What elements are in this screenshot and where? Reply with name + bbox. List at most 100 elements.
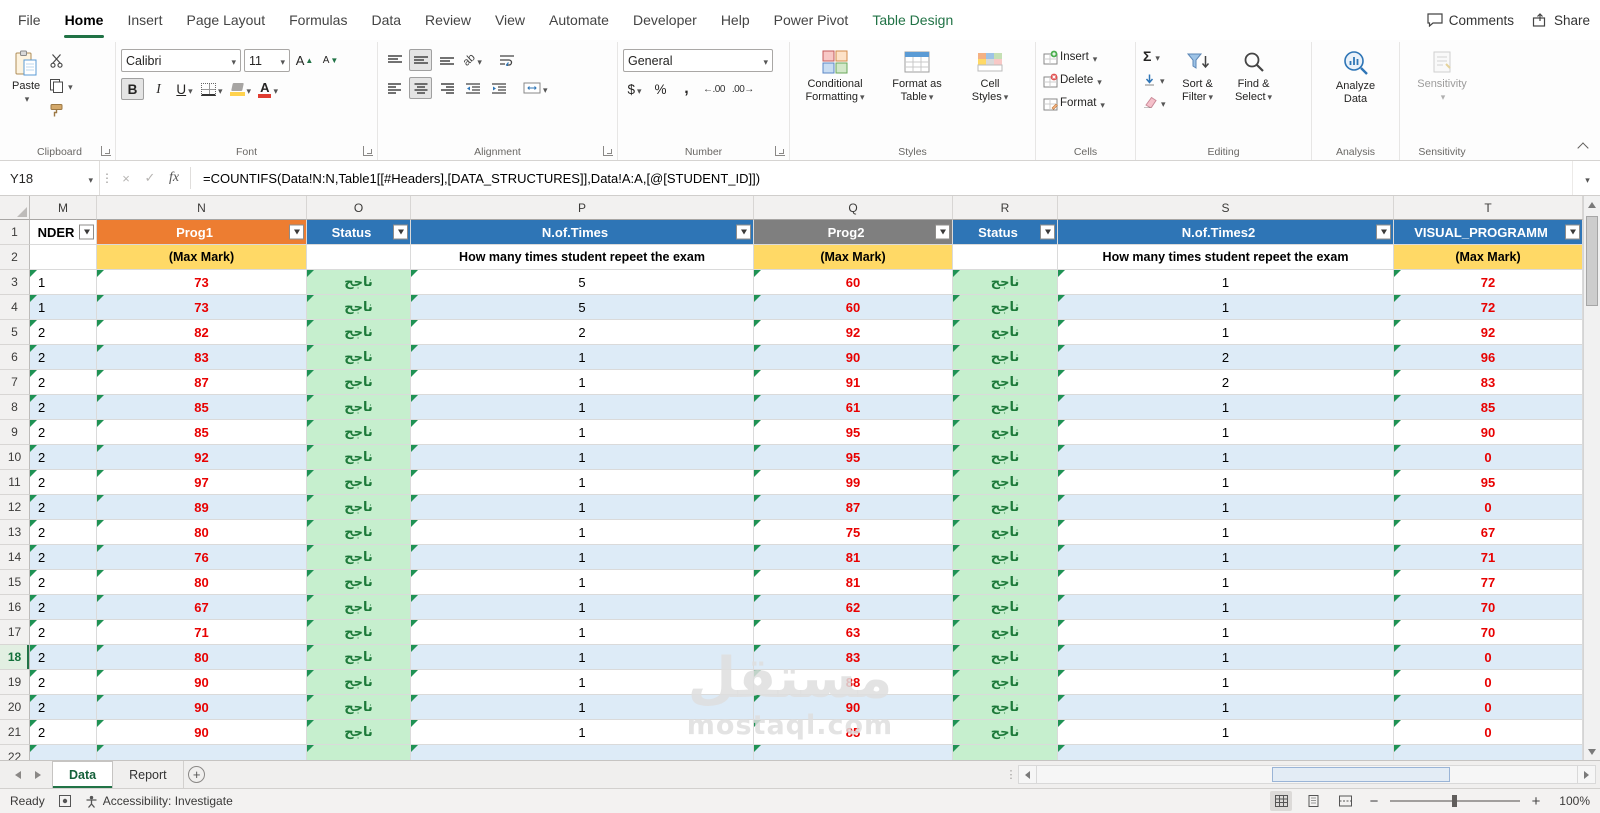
cell-T4[interactable]: 72 bbox=[1394, 295, 1583, 320]
cell-O7[interactable]: ناجح bbox=[307, 370, 411, 395]
cell-S11[interactable]: 1 bbox=[1058, 470, 1394, 495]
select-all-corner[interactable] bbox=[0, 196, 30, 220]
cell-S16[interactable]: 1 bbox=[1058, 595, 1394, 620]
filter-button-P[interactable] bbox=[736, 224, 751, 240]
borders-button[interactable] bbox=[199, 78, 225, 100]
cell-T9[interactable]: 90 bbox=[1394, 420, 1583, 445]
header-cell-T1[interactable]: VISUAL_PROGRAMM bbox=[1394, 220, 1583, 245]
cell-Q20[interactable]: 90 bbox=[754, 695, 953, 720]
cancel-button[interactable]: × bbox=[114, 161, 138, 195]
cell-N14[interactable]: 76 bbox=[97, 545, 307, 570]
column-header-O[interactable]: O bbox=[307, 196, 411, 220]
zoom-level[interactable]: 100% bbox=[1552, 794, 1590, 808]
cell-O15[interactable]: ناجح bbox=[307, 570, 411, 595]
cell-O12[interactable]: ناجح bbox=[307, 495, 411, 520]
scroll-right-button[interactable] bbox=[1577, 765, 1596, 784]
decrease-decimal-button[interactable]: .00→ bbox=[730, 78, 756, 100]
subheader-cell-T2[interactable]: (Max Mark) bbox=[1394, 245, 1583, 270]
clear-button[interactable] bbox=[1141, 93, 1168, 111]
cell-O8[interactable]: ناجح bbox=[307, 395, 411, 420]
cell-N3[interactable]: 73 bbox=[97, 270, 307, 295]
percent-style-button[interactable]: % bbox=[649, 78, 672, 100]
zoom-slider-thumb[interactable] bbox=[1452, 795, 1457, 807]
align-middle-button[interactable] bbox=[409, 49, 432, 71]
header-cell-O1[interactable]: Status bbox=[307, 220, 411, 245]
cell-R7[interactable]: ناجح bbox=[953, 370, 1058, 395]
cell-T7[interactable]: 83 bbox=[1394, 370, 1583, 395]
cell-M22[interactable] bbox=[30, 745, 97, 760]
row-header-8[interactable]: 8 bbox=[0, 395, 30, 420]
row-header-17[interactable]: 17 bbox=[0, 620, 30, 645]
accounting-dropdown-arrow-icon[interactable] bbox=[635, 82, 642, 97]
ribbon-tab-file[interactable]: File bbox=[6, 0, 53, 40]
subheader-cell-N2[interactable]: (Max Mark) bbox=[97, 245, 307, 270]
format-painter-button[interactable] bbox=[47, 101, 75, 119]
header-cell-S1[interactable]: N.of.Times2 bbox=[1058, 220, 1394, 245]
cell-Q5[interactable]: 92 bbox=[754, 320, 953, 345]
cell-P6[interactable]: 1 bbox=[411, 345, 754, 370]
cell-N7[interactable]: 87 bbox=[97, 370, 307, 395]
zoom-out-button[interactable]: − bbox=[1366, 793, 1382, 810]
row-header-20[interactable]: 20 bbox=[0, 695, 30, 720]
align-left-button[interactable] bbox=[383, 77, 406, 99]
cell-P18[interactable]: 1 bbox=[411, 645, 754, 670]
cell-R21[interactable]: ناجح bbox=[953, 720, 1058, 745]
find-select-button[interactable]: Find & Select bbox=[1228, 45, 1280, 143]
normal-view-button[interactable] bbox=[1270, 791, 1292, 811]
cell-T20[interactable]: 0 bbox=[1394, 695, 1583, 720]
cell-O9[interactable]: ناجح bbox=[307, 420, 411, 445]
cell-O10[interactable]: ناجح bbox=[307, 445, 411, 470]
name-box-resizer[interactable]: ⋮ bbox=[100, 161, 114, 195]
scroll-left-button[interactable] bbox=[1018, 765, 1037, 784]
column-header-S[interactable]: S bbox=[1058, 196, 1394, 220]
cell-N22[interactable] bbox=[97, 745, 307, 760]
subheader-cell-O2[interactable] bbox=[307, 245, 411, 270]
cell-M12[interactable]: 2 bbox=[30, 495, 97, 520]
cell-Q17[interactable]: 63 bbox=[754, 620, 953, 645]
cell-T17[interactable]: 70 bbox=[1394, 620, 1583, 645]
cell-S3[interactable]: 1 bbox=[1058, 270, 1394, 295]
filter-button-R[interactable] bbox=[1040, 224, 1055, 240]
cell-P12[interactable]: 1 bbox=[411, 495, 754, 520]
cell-N20[interactable]: 90 bbox=[97, 695, 307, 720]
fill-button[interactable] bbox=[1141, 70, 1168, 88]
cell-M15[interactable]: 2 bbox=[30, 570, 97, 595]
cell-O14[interactable]: ناجح bbox=[307, 545, 411, 570]
wrap-text-button[interactable] bbox=[495, 49, 518, 71]
cell-M14[interactable]: 2 bbox=[30, 545, 97, 570]
delete-dropdown-arrow-icon[interactable] bbox=[1095, 73, 1102, 88]
cell-R18[interactable]: ناجح bbox=[953, 645, 1058, 670]
cell-Q16[interactable]: 62 bbox=[754, 595, 953, 620]
clear-dropdown-arrow-icon[interactable] bbox=[1159, 95, 1166, 110]
cell-Q13[interactable]: 75 bbox=[754, 520, 953, 545]
cell-S21[interactable]: 1 bbox=[1058, 720, 1394, 745]
zoom-slider[interactable] bbox=[1390, 795, 1520, 807]
cell-R19[interactable]: ناجح bbox=[953, 670, 1058, 695]
cell-R22[interactable] bbox=[953, 745, 1058, 760]
cell-N13[interactable]: 80 bbox=[97, 520, 307, 545]
row-header-18[interactable]: 18 bbox=[0, 645, 30, 670]
ribbon-tab-view[interactable]: View bbox=[483, 0, 537, 40]
cell-R14[interactable]: ناجح bbox=[953, 545, 1058, 570]
cell-T12[interactable]: 0 bbox=[1394, 495, 1583, 520]
cell-P19[interactable]: 1 bbox=[411, 670, 754, 695]
column-header-M[interactable]: M bbox=[30, 196, 97, 220]
cell-Q9[interactable]: 95 bbox=[754, 420, 953, 445]
cell-T19[interactable]: 0 bbox=[1394, 670, 1583, 695]
cell-Q15[interactable]: 81 bbox=[754, 570, 953, 595]
subheader-cell-M2[interactable] bbox=[30, 245, 97, 270]
filter-button-N[interactable] bbox=[289, 224, 304, 240]
cell-P13[interactable]: 1 bbox=[411, 520, 754, 545]
align-top-button[interactable] bbox=[383, 49, 406, 71]
cell-P20[interactable]: 1 bbox=[411, 695, 754, 720]
subheader-cell-S2[interactable]: How many times student repeet the exam bbox=[1058, 245, 1394, 270]
copy-button[interactable] bbox=[47, 76, 75, 94]
cell-O13[interactable]: ناجح bbox=[307, 520, 411, 545]
cell-P9[interactable]: 1 bbox=[411, 420, 754, 445]
cell-T10[interactable]: 0 bbox=[1394, 445, 1583, 470]
fill-color-dropdown-arrow-icon[interactable] bbox=[245, 82, 252, 97]
decrease-indent-button[interactable] bbox=[461, 77, 484, 99]
cell-M11[interactable]: 2 bbox=[30, 470, 97, 495]
comments-button[interactable]: Comments bbox=[1427, 13, 1514, 28]
filter-button-T[interactable] bbox=[1565, 224, 1580, 240]
